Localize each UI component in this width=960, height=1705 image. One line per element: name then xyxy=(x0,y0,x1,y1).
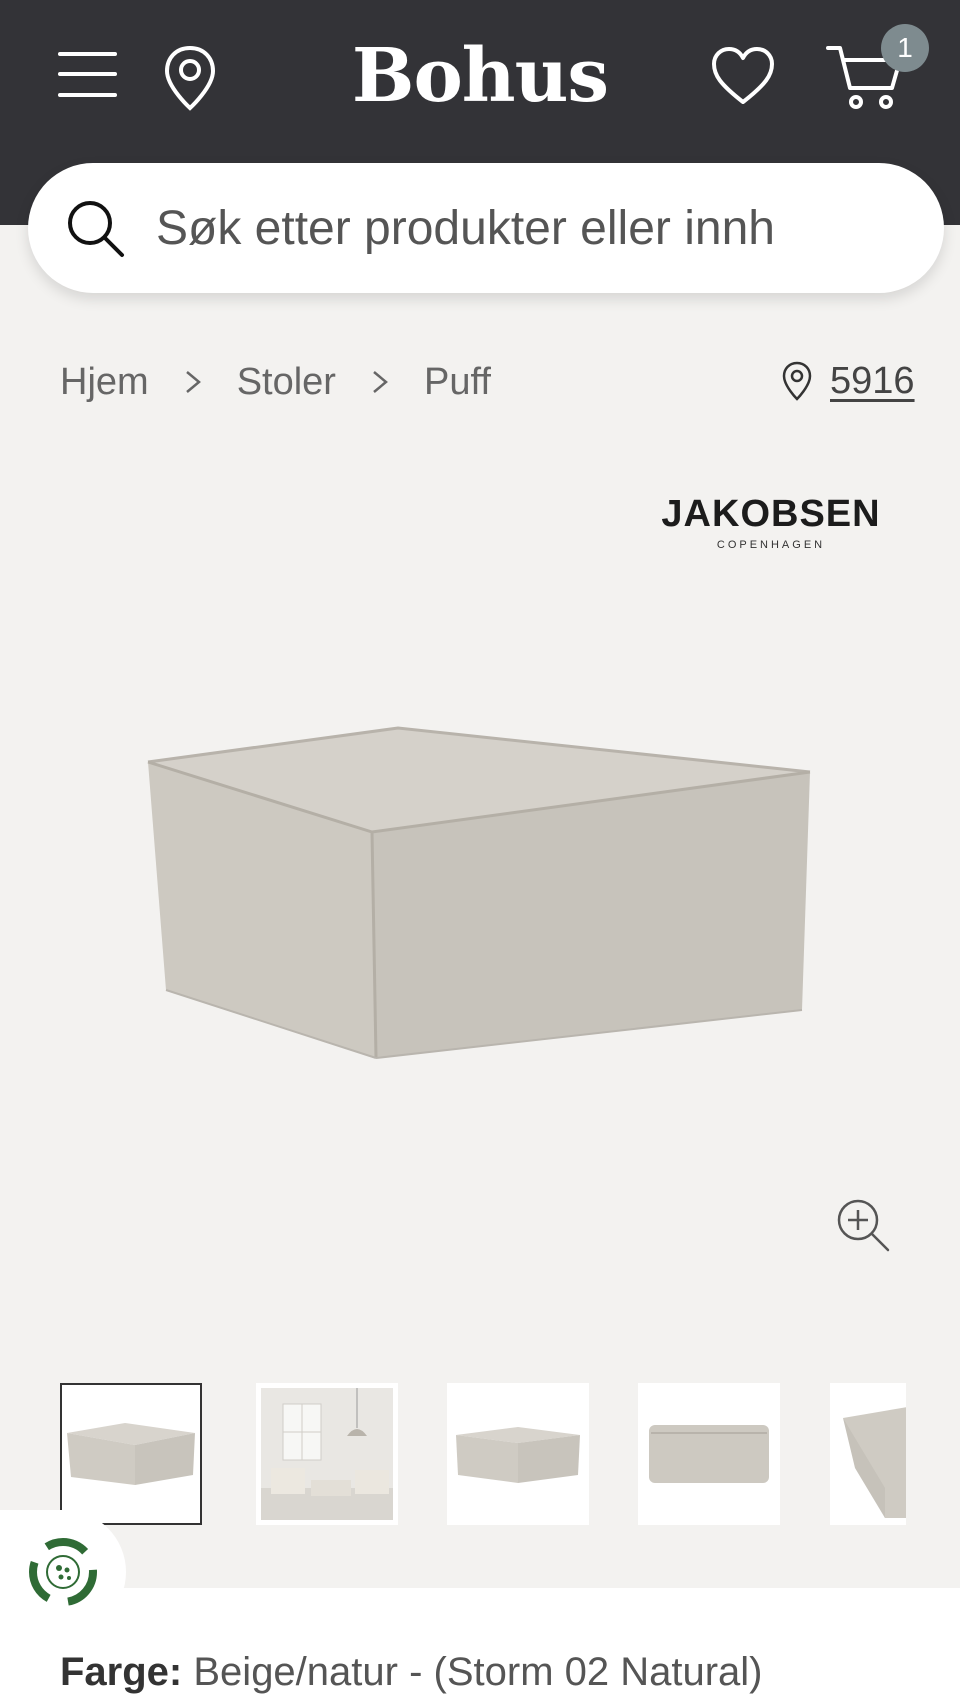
thumbnail-strip xyxy=(60,1383,906,1527)
location-pin-icon xyxy=(782,361,812,401)
search-icon xyxy=(64,197,128,261)
color-label: Farge: xyxy=(60,1650,183,1694)
store-number[interactable]: 5916 xyxy=(830,360,915,403)
thumbnail-4[interactable] xyxy=(638,1383,780,1525)
store-selector[interactable]: 5916 xyxy=(782,356,915,406)
thumbnail-2[interactable] xyxy=(256,1383,398,1525)
color-value: Beige/natur - (Storm 02 Natural) xyxy=(193,1650,763,1694)
breadcrumb-hjem[interactable]: Hjem xyxy=(60,361,149,404)
brand-subtitle: COPENHAGEN xyxy=(716,539,826,551)
thumbnail-1[interactable] xyxy=(60,1383,202,1525)
zoom-in-icon[interactable] xyxy=(834,1196,892,1254)
brand-logo: JAKOBSEN COPENHAGEN xyxy=(660,493,882,551)
product-color: Farge: Beige/natur - (Storm 02 Natural) xyxy=(60,1650,763,1695)
search-bar[interactable] xyxy=(28,163,944,293)
breadcrumb-puff: Puff xyxy=(423,360,491,403)
breadcrumb-stoler[interactable]: Stoler xyxy=(237,361,336,404)
thumbnail-5[interactable] xyxy=(830,1383,906,1525)
heart-icon[interactable] xyxy=(710,44,776,110)
chevron-right-icon xyxy=(373,371,388,393)
chevron-right-icon xyxy=(185,371,201,393)
brand-name: JAKOBSEN xyxy=(661,493,881,535)
thumbnail-3[interactable] xyxy=(447,1383,589,1525)
breadcrumb: Hjem Stoler Puff xyxy=(60,355,491,409)
menu-icon[interactable] xyxy=(58,50,118,100)
bohus-logo[interactable]: Bohus xyxy=(330,26,630,126)
location-pin-icon[interactable] xyxy=(162,44,218,112)
product-image[interactable] xyxy=(140,720,820,1070)
search-input[interactable] xyxy=(156,188,916,268)
cart-count-badge: 1 xyxy=(881,24,929,72)
recycle-icon[interactable] xyxy=(0,1510,126,1634)
